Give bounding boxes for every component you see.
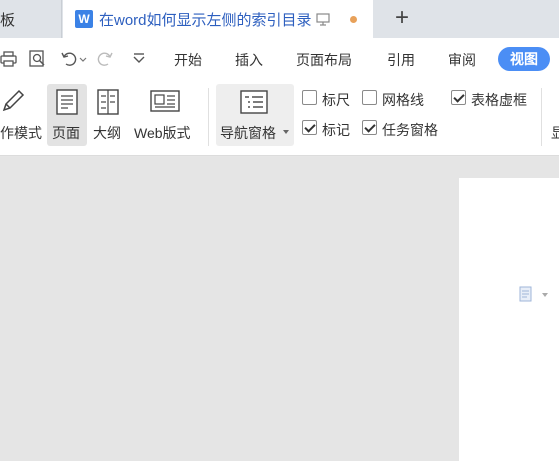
pencil-icon[interactable] bbox=[0, 88, 26, 114]
ribbon-separator bbox=[208, 88, 209, 146]
marks-checkbox[interactable] bbox=[302, 120, 317, 135]
tab-title: 在word如何显示左侧的索引目录 bbox=[99, 11, 312, 29]
table-gridlines-checkbox[interactable] bbox=[451, 90, 466, 105]
tab-previous[interactable]: 板 bbox=[0, 0, 62, 38]
new-tab-button[interactable]: + bbox=[390, 6, 414, 30]
tab-previous-label: 板 bbox=[0, 11, 16, 29]
ruler-checkbox[interactable] bbox=[302, 90, 317, 105]
print-preview-icon[interactable] bbox=[29, 50, 47, 68]
menu-bar: 开始 插入 页面布局 引用 审阅 视图 bbox=[0, 38, 559, 82]
ribbon-separator bbox=[541, 88, 542, 146]
unsaved-dot-icon bbox=[350, 16, 357, 23]
marks-label[interactable]: 标记 bbox=[322, 120, 350, 140]
undo-dropdown-icon[interactable] bbox=[79, 50, 87, 68]
chevron-down-icon[interactable] bbox=[541, 292, 549, 298]
menu-insert[interactable]: 插入 bbox=[235, 50, 263, 70]
menu-review[interactable]: 审阅 bbox=[448, 50, 476, 70]
document-page[interactable] bbox=[459, 178, 559, 461]
navigation-pane-label: 导航窗格 bbox=[220, 125, 276, 141]
page-view-icon bbox=[56, 89, 78, 115]
paste-options-icon[interactable] bbox=[519, 286, 533, 302]
ribbon: 作模式 页面 大纲 Web版式 导航窗格 标尺 网格线 表格虚框 标记 任务窗格… bbox=[0, 82, 559, 156]
truncated-ribbon-label[interactable]: 显 bbox=[551, 123, 559, 143]
navigation-pane-icon bbox=[240, 90, 268, 114]
table-gridlines-label[interactable]: 表格虚框 bbox=[471, 90, 527, 110]
tab-active-document[interactable]: W 在word如何显示左侧的索引目录 bbox=[63, 0, 373, 38]
gridlines-checkbox[interactable] bbox=[362, 90, 377, 105]
undo-icon[interactable] bbox=[60, 50, 78, 68]
web-layout-icon[interactable] bbox=[150, 89, 180, 115]
menu-references[interactable]: 引用 bbox=[387, 50, 415, 70]
word-logo-icon: W bbox=[75, 10, 93, 28]
monitor-icon[interactable] bbox=[315, 12, 330, 26]
outline-view-icon[interactable] bbox=[96, 89, 120, 115]
outline-view-label[interactable]: 大纲 bbox=[93, 123, 121, 143]
menu-view[interactable]: 视图 bbox=[498, 47, 550, 71]
edit-mode-label[interactable]: 作模式 bbox=[0, 123, 42, 143]
document-area bbox=[0, 157, 559, 461]
gridlines-label[interactable]: 网格线 bbox=[382, 90, 424, 110]
chevron-down-icon bbox=[283, 130, 289, 134]
menu-page-layout[interactable]: 页面布局 bbox=[296, 50, 352, 70]
task-pane-checkbox[interactable] bbox=[362, 120, 377, 135]
web-layout-label[interactable]: Web版式 bbox=[134, 123, 191, 143]
page-view-label: 页面 bbox=[52, 125, 80, 141]
redo-icon[interactable] bbox=[96, 50, 114, 68]
menu-start[interactable]: 开始 bbox=[174, 50, 202, 70]
tab-bar: 板 W 在word如何显示左侧的索引目录 + bbox=[0, 0, 559, 38]
task-pane-label[interactable]: 任务窗格 bbox=[382, 120, 438, 140]
print-icon[interactable] bbox=[0, 50, 18, 68]
customize-toolbar-icon[interactable] bbox=[130, 50, 148, 68]
ruler-label[interactable]: 标尺 bbox=[322, 90, 350, 110]
